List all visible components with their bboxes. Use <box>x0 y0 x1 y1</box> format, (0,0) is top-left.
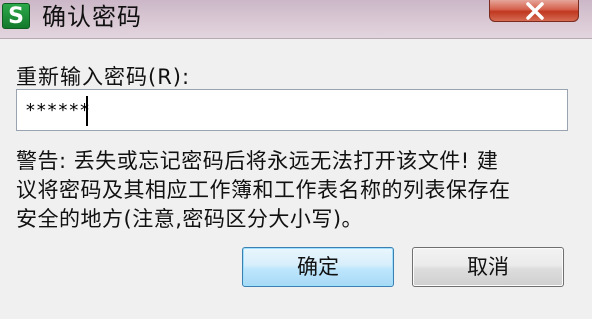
window-title: 确认密码 <box>42 3 142 31</box>
cancel-button[interactable]: 取消 <box>412 247 564 287</box>
warning-line: 议将密码及其相应工作簿和工作表名称的列表保存在 <box>16 178 511 202</box>
close-button[interactable] <box>489 0 579 22</box>
text-caret <box>86 96 88 126</box>
warning-line: 安全的地方(注意,密码区分大小写)。 <box>16 207 364 231</box>
reenter-password-input[interactable] <box>16 89 568 131</box>
title-bar[interactable]: S 确认密码 <box>0 0 592 34</box>
ok-button[interactable]: 确定 <box>242 247 394 287</box>
wps-app-icon: S <box>2 3 30 29</box>
close-icon <box>526 2 544 20</box>
dialog-body: 重新输入密码(R): 警告: 丢失或忘记密码后将永远无法打开该文件! 建 议将密… <box>0 38 592 319</box>
confirm-password-dialog: S 确认密码 重新输入密码(R): 警告: 丢失或忘记密码后将永远无法打开该文件… <box>0 0 592 319</box>
reenter-password-label: 重新输入密码(R): <box>16 65 191 89</box>
warning-line: 警告: 丢失或忘记密码后将永远无法打开该文件! 建 <box>16 149 499 173</box>
warning-text: 警告: 丢失或忘记密码后将永远无法打开该文件! 建 议将密码及其相应工作簿和工作… <box>16 147 576 234</box>
